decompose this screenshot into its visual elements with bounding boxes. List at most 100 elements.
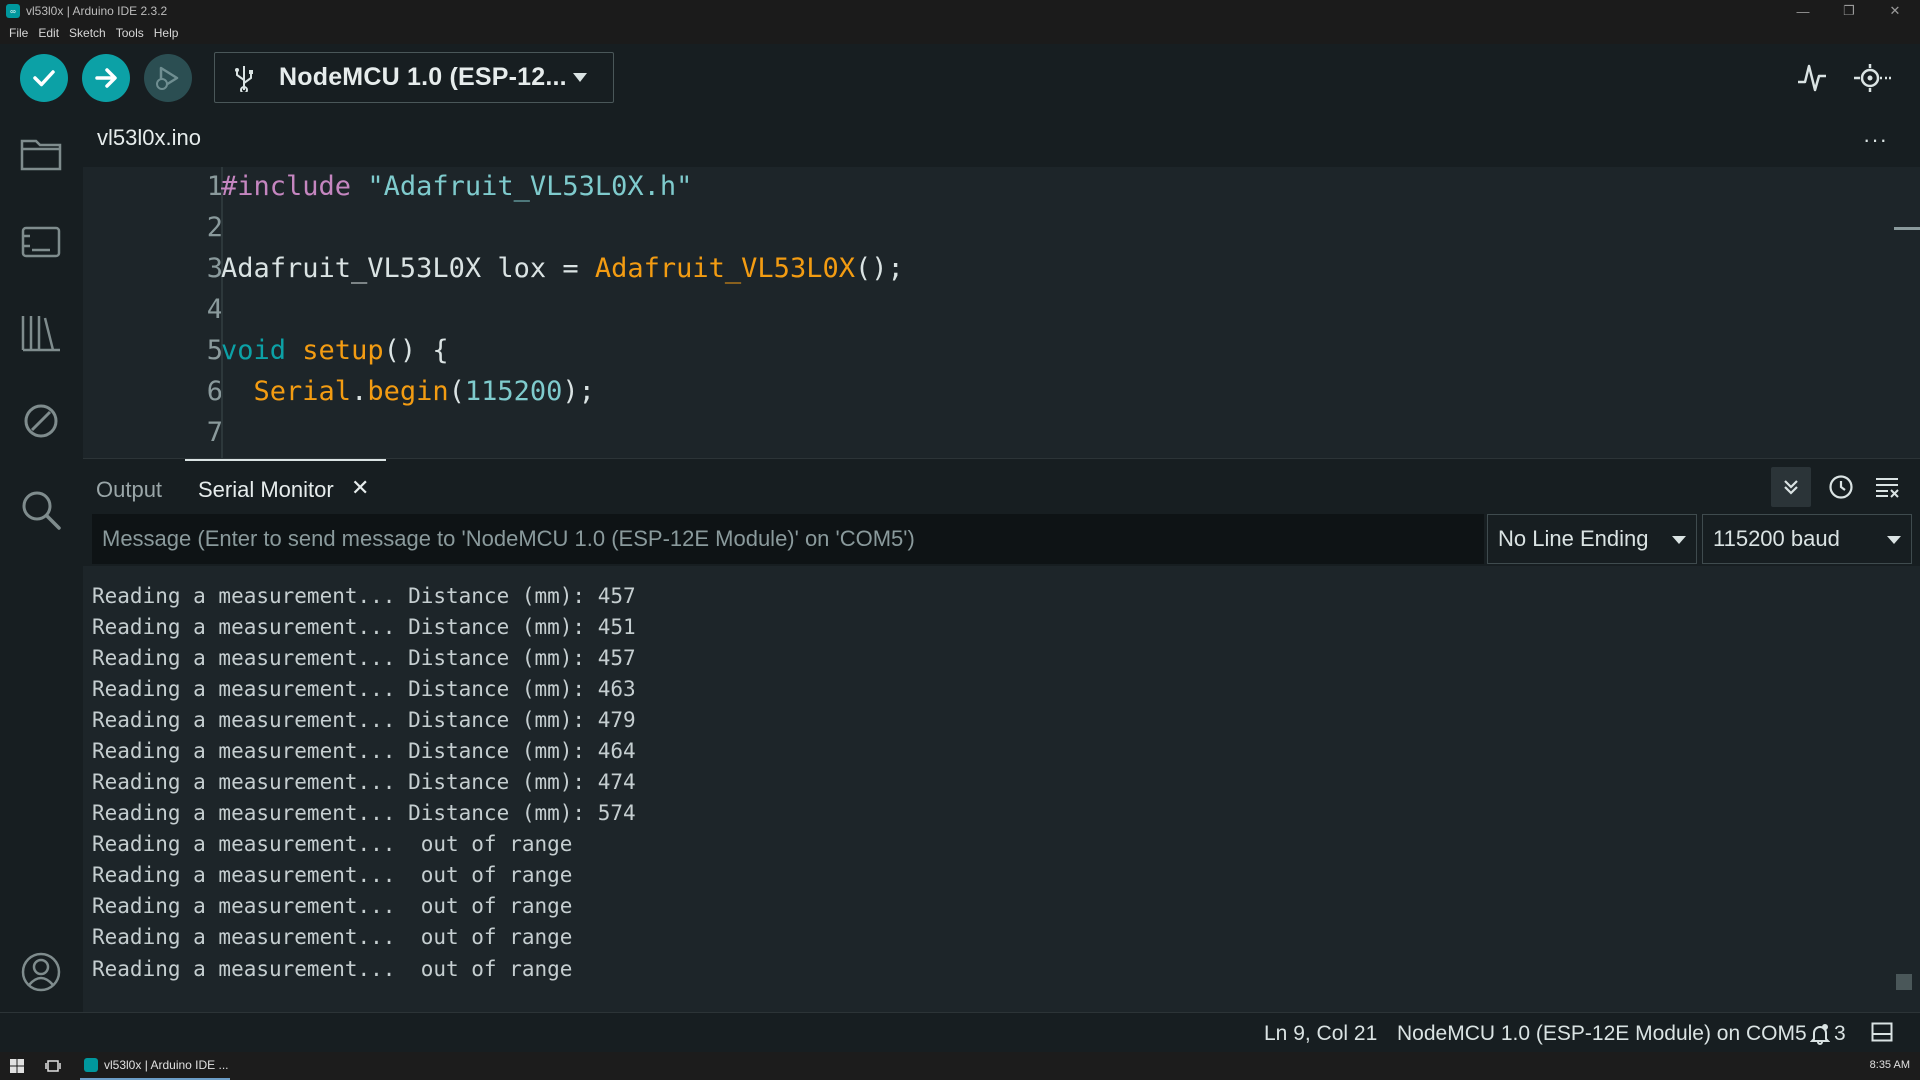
restore-button[interactable]: ❐ xyxy=(1826,0,1872,22)
sketchbook-button[interactable] xyxy=(16,129,66,179)
line-ending-select[interactable]: No Line Ending xyxy=(1487,514,1697,564)
code-line-5: void setup() { xyxy=(221,335,449,366)
chevron-down-icon xyxy=(573,73,587,82)
windows-logo-icon xyxy=(10,1059,24,1073)
declaration-token: Adafruit_VL53L0X lox = xyxy=(221,253,595,284)
debug-icon xyxy=(156,66,179,90)
scroll-position-marker xyxy=(1894,227,1920,230)
serial-line: Reading a measurement... Distance (mm): … xyxy=(92,770,636,794)
line-number: 1 xyxy=(206,171,223,202)
close-tab-button[interactable]: ✕ xyxy=(351,475,369,501)
serial-line: Reading a measurement... Distance (mm): … xyxy=(92,739,636,763)
number-token: 115200 xyxy=(464,376,563,407)
punctuation-token: ); xyxy=(562,376,595,407)
baud-rate-value: 115200 baud xyxy=(1713,526,1840,551)
notification-count: 3 xyxy=(1834,1022,1846,1045)
more-options-icon[interactable]: ··· xyxy=(1863,127,1888,153)
check-icon xyxy=(33,70,55,87)
account-button[interactable] xyxy=(16,947,66,997)
serial-monitor-button[interactable] xyxy=(1852,58,1892,98)
minimize-button[interactable]: — xyxy=(1780,0,1826,22)
upload-button[interactable] xyxy=(82,54,130,102)
system-clock[interactable]: 8:35 AM xyxy=(1870,1059,1910,1071)
verify-button[interactable] xyxy=(20,54,68,102)
serial-line: Reading a measurement... Distance (mm): … xyxy=(92,677,636,701)
output-scrollbar-thumb[interactable] xyxy=(1896,974,1912,990)
menu-bar: File Edit Sketch Tools Help xyxy=(0,22,1920,44)
string-token: "Adafruit_VL53L0X.h" xyxy=(367,171,693,202)
object-token: Serial xyxy=(253,376,352,407)
task-view-icon xyxy=(45,1060,61,1072)
indent-guide xyxy=(221,167,223,458)
account-icon xyxy=(21,952,61,992)
serial-plotter-button[interactable] xyxy=(1792,58,1832,98)
serial-output[interactable]: Reading a measurement... Distance (mm): … xyxy=(83,566,1920,1012)
line-number-gutter: 1 2 3 4 5 6 7 xyxy=(83,167,223,458)
serial-line: Reading a measurement... Distance (mm): … xyxy=(92,708,636,732)
clear-output-button[interactable] xyxy=(1867,467,1907,507)
baud-rate-select[interactable]: 115200 baud xyxy=(1702,514,1912,564)
code-line-3: Adafruit_VL53L0X lox = Adafruit_VL53L0X(… xyxy=(221,253,904,284)
serial-line: Reading a measurement... out of range xyxy=(92,957,573,981)
toolbar: NodeMCU 1.0 (ESP-12... xyxy=(0,44,1920,111)
search-button[interactable] xyxy=(16,485,66,535)
autoscroll-button[interactable] xyxy=(1771,467,1811,507)
library-icon xyxy=(21,316,60,352)
code-editor[interactable]: 1 2 3 4 5 6 7 #include "Adafruit_VL53L0X… xyxy=(83,167,1920,458)
keyword-token: void xyxy=(221,335,287,366)
board-selector[interactable]: NodeMCU 1.0 (ESP-12... xyxy=(214,52,614,103)
line-number: 2 xyxy=(206,212,223,243)
line-number: 6 xyxy=(206,376,223,407)
boards-manager-button[interactable] xyxy=(16,217,66,267)
menu-tools[interactable]: Tools xyxy=(111,26,149,40)
punctuation-token: () { xyxy=(383,335,449,366)
serial-line: Reading a measurement... Distance (mm): … xyxy=(92,615,636,639)
library-manager-button[interactable] xyxy=(16,307,66,357)
debug-disabled-icon xyxy=(24,404,58,438)
serial-line: Reading a measurement... out of range xyxy=(92,925,573,949)
double-chevron-down-icon xyxy=(1784,480,1798,495)
cursor-position[interactable]: Ln 9, Col 21 xyxy=(1264,1022,1377,1046)
tab-serial-monitor[interactable]: Serial Monitor xyxy=(198,477,334,503)
line-number: 4 xyxy=(206,294,223,325)
serial-line: Reading a measurement... Distance (mm): … xyxy=(92,646,636,670)
clear-all-icon xyxy=(1876,478,1899,498)
notifications-button[interactable]: 3 xyxy=(1810,1022,1846,1046)
board-port-status[interactable]: NodeMCU 1.0 (ESP-12E Module) on COM5 xyxy=(1397,1022,1807,1046)
timestamp-button[interactable] xyxy=(1821,467,1861,507)
windows-start-button[interactable] xyxy=(10,1059,24,1078)
window-title: vl53l0x | Arduino IDE 2.3.2 xyxy=(26,4,168,18)
chevron-down-icon xyxy=(1887,536,1901,544)
serial-line: Reading a measurement... Distance (mm): … xyxy=(92,584,636,608)
method-token: begin xyxy=(367,376,449,407)
function-token: setup xyxy=(302,335,384,366)
close-window-button[interactable]: ✕ xyxy=(1872,0,1918,22)
menu-sketch[interactable]: Sketch xyxy=(64,26,111,40)
constructor-token: Adafruit_VL53L0X xyxy=(594,253,855,284)
bell-icon xyxy=(1810,1024,1830,1045)
serial-line: Reading a measurement... Distance (mm): … xyxy=(92,801,636,825)
file-tab-vl53l0x[interactable]: vl53l0x.ino xyxy=(97,125,201,151)
menu-edit[interactable]: Edit xyxy=(33,26,64,40)
chevron-down-icon xyxy=(1672,536,1686,544)
serial-message-input[interactable] xyxy=(92,514,1484,564)
menu-file[interactable]: File xyxy=(4,26,33,40)
debug-button[interactable] xyxy=(144,54,192,102)
status-bar: Ln 9, Col 21 NodeMCU 1.0 (ESP-12E Module… xyxy=(0,1012,1920,1052)
taskbar-app-label: vl53l0x | Arduino IDE ... xyxy=(104,1058,229,1072)
debug-sidebar-button[interactable] xyxy=(16,396,66,446)
punctuation-token: ( xyxy=(448,376,465,407)
editor-tab-bar: vl53l0x.ino ··· xyxy=(83,111,1920,167)
punctuation-token: . xyxy=(351,376,368,407)
taskbar-arduino-ide[interactable]: vl53l0x | Arduino IDE ... xyxy=(80,1052,230,1080)
menu-help[interactable]: Help xyxy=(149,26,184,40)
editor-scrollbar[interactable] xyxy=(1894,167,1920,458)
task-view-button[interactable] xyxy=(45,1059,61,1078)
line-number: 7 xyxy=(206,417,223,448)
tab-output[interactable]: Output xyxy=(96,477,162,503)
active-tab-indicator xyxy=(185,459,386,461)
panel-layout-icon xyxy=(1871,1022,1893,1042)
toggle-panel-button[interactable] xyxy=(1871,1022,1893,1048)
serial-input-row: No Line Ending 115200 baud xyxy=(83,514,1920,566)
punctuation-token: (); xyxy=(854,253,904,284)
